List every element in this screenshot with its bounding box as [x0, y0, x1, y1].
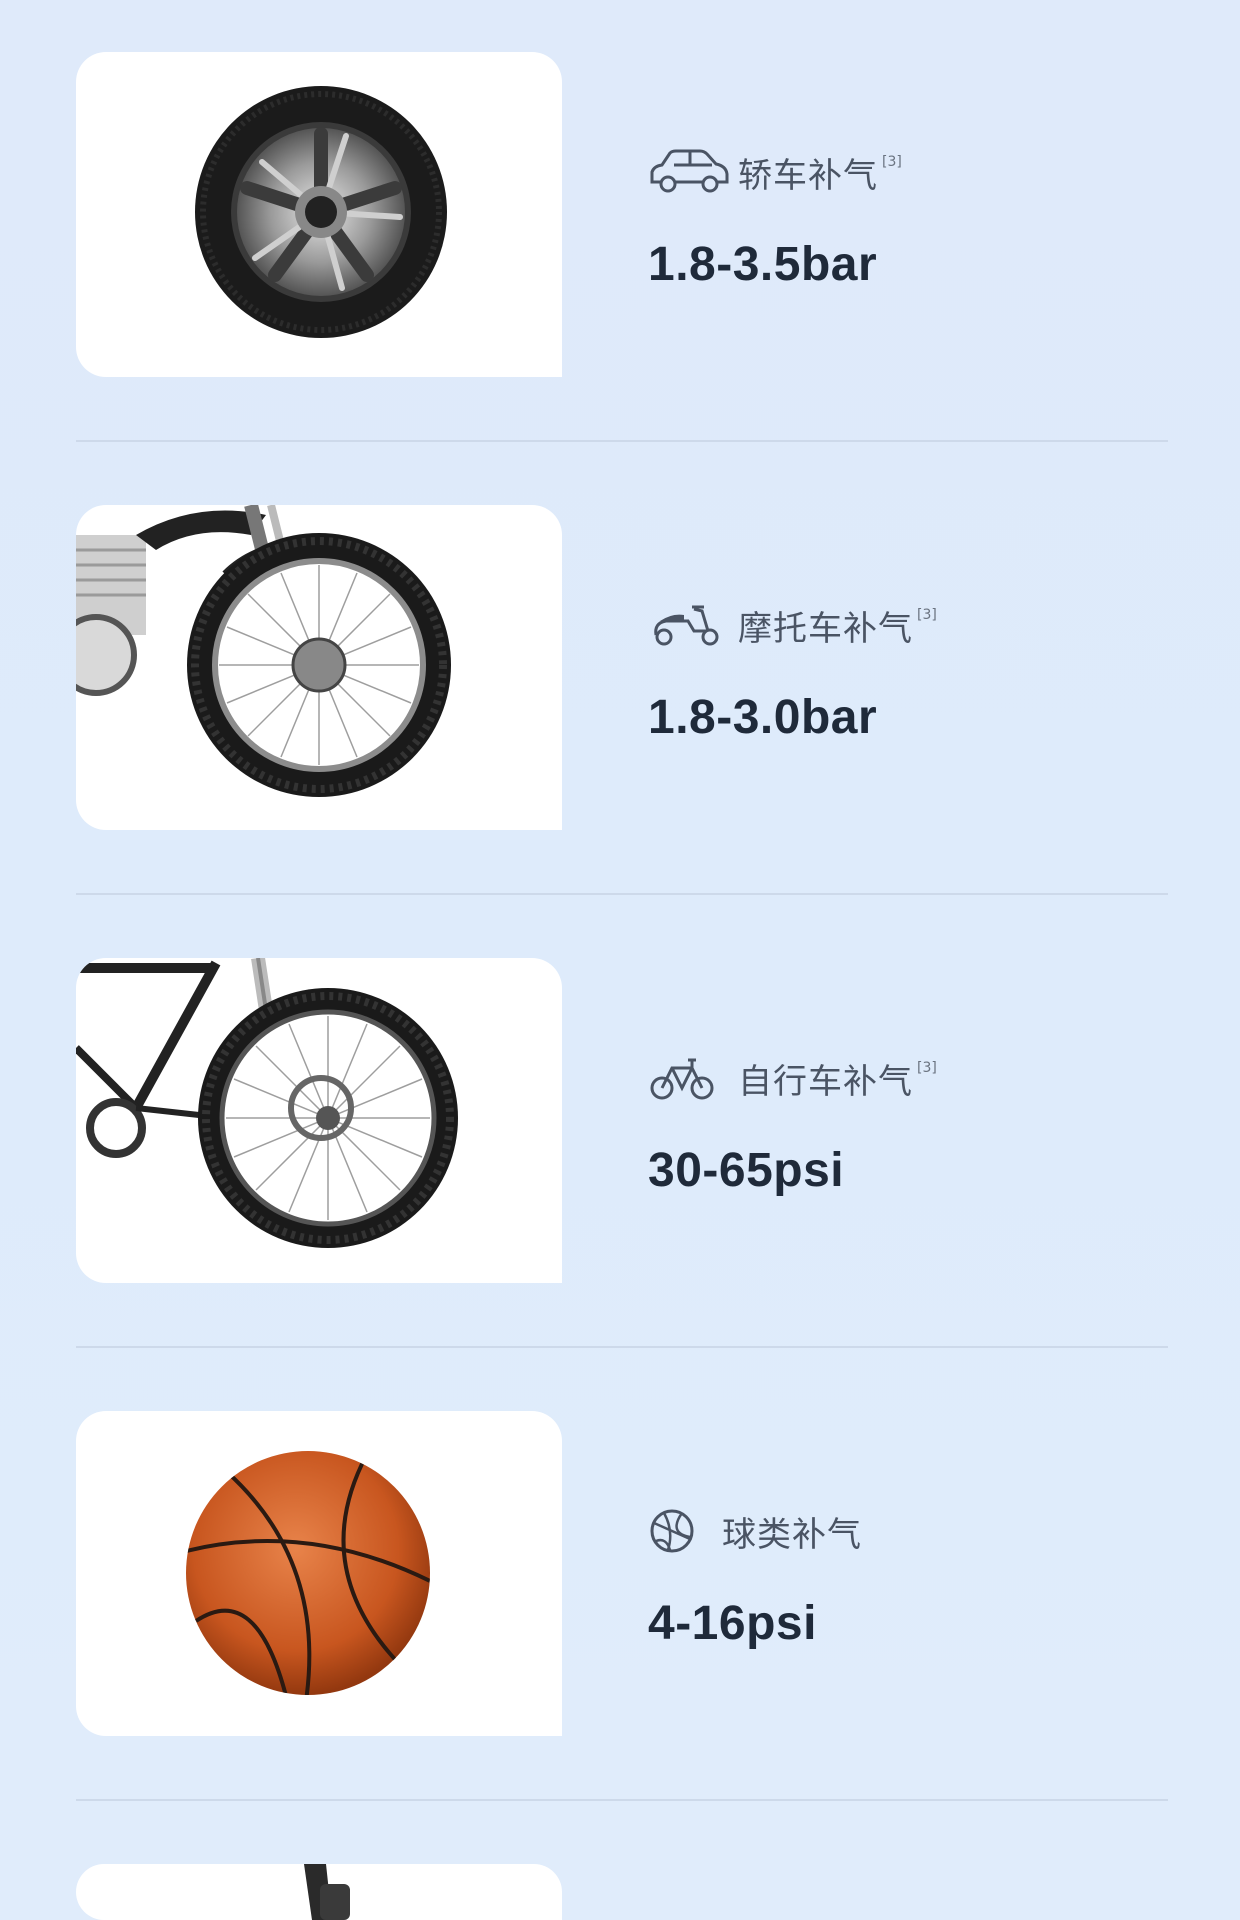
- item-label: 自行车补气: [738, 1061, 913, 1102]
- motorcycle-wheel-image: [76, 505, 562, 830]
- list-item-motorcycle: 摩托车补气 [3] 1.8-3.0bar: [0, 505, 1240, 958]
- divider: [76, 1799, 1168, 1801]
- divider: [76, 1346, 1168, 1348]
- motorcycle-icon: [648, 599, 730, 651]
- pressure-value: 4-16psi: [648, 1597, 817, 1650]
- basketball-icon: [648, 1505, 714, 1557]
- label-line: 摩托车补气 [3]: [648, 595, 937, 655]
- car-wheel-image: [76, 52, 562, 377]
- item-label: 摩托车补气: [738, 608, 913, 649]
- reference-marker: [3]: [917, 1060, 937, 1076]
- list-item-car: 轿车补气 [3] 1.8-3.5bar: [0, 52, 1240, 505]
- basketball-image: [76, 1411, 562, 1736]
- reference-marker: [3]: [882, 154, 902, 170]
- divider: [76, 893, 1168, 895]
- pump-image: [76, 1864, 562, 1920]
- item-label: 轿车补气: [738, 155, 878, 196]
- pressure-value: 30-65psi: [648, 1144, 845, 1197]
- item-label: 球类补气: [722, 1514, 862, 1555]
- car-icon: [648, 146, 730, 198]
- list-item-bicycle: 自行车补气 [3] 30-65psi: [0, 958, 1240, 1411]
- label-line: 自行车补气 [3]: [648, 1048, 937, 1108]
- bicycle-icon: [648, 1052, 730, 1104]
- reference-marker: [3]: [917, 607, 937, 623]
- label-line: 球类补气: [648, 1501, 862, 1561]
- pressure-value: 1.8-3.0bar: [648, 691, 878, 744]
- bicycle-wheel-image: [76, 958, 562, 1283]
- divider: [76, 440, 1168, 442]
- list-item-partial: [0, 1864, 1240, 1920]
- pressure-value: 1.8-3.5bar: [648, 238, 878, 291]
- label-line: 轿车补气 [3]: [648, 142, 902, 202]
- list-item-ball: 球类补气 4-16psi: [0, 1411, 1240, 1864]
